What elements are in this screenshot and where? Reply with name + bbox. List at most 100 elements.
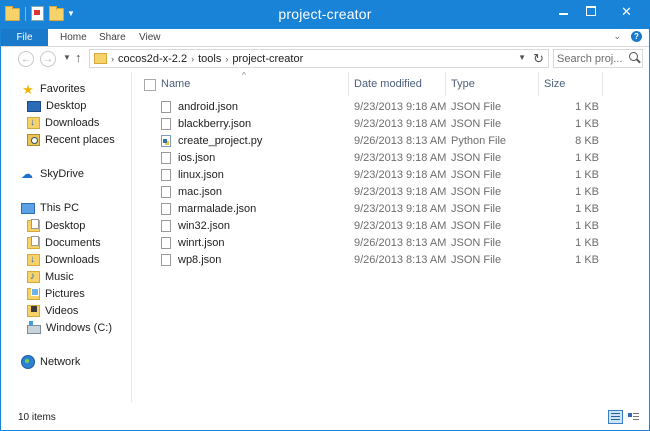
file-row[interactable]: linux.json 9/23/2013 9:18 AM JSON File 1… bbox=[132, 167, 649, 184]
file-size: 1 KB bbox=[575, 169, 599, 181]
breadcrumb-chevron-icon[interactable]: › bbox=[225, 54, 228, 64]
select-all-checkbox[interactable] bbox=[144, 79, 156, 91]
explorer-window: ▼ project-creator ✕ File Home Share View… bbox=[0, 0, 650, 431]
nav-label: Favorites bbox=[40, 83, 86, 95]
nav-label: This PC bbox=[40, 202, 80, 214]
column-header-type[interactable]: Type bbox=[451, 77, 475, 91]
nav-item-downloads[interactable]: Downloads bbox=[27, 115, 99, 131]
file-row[interactable]: mac.json 9/23/2013 9:18 AM JSON File 1 K… bbox=[132, 184, 649, 201]
nav-favorites[interactable]: ★ Favorites bbox=[21, 81, 85, 97]
nav-label: Network bbox=[40, 356, 81, 368]
file-type: JSON File bbox=[451, 254, 502, 266]
nav-item-downloads[interactable]: Downloads bbox=[27, 252, 99, 268]
back-button[interactable]: ← bbox=[18, 51, 34, 67]
search-input[interactable] bbox=[557, 51, 625, 66]
nav-label: Desktop bbox=[45, 220, 86, 232]
file-name: ios.json bbox=[178, 152, 216, 164]
nav-item-pictures[interactable]: Pictures bbox=[27, 286, 85, 302]
minimize-icon bbox=[559, 13, 568, 16]
address-dropdown-chevron-icon[interactable]: ▼ bbox=[518, 53, 526, 62]
column-header-name[interactable]: Name bbox=[161, 77, 190, 91]
nav-item-music[interactable]: Music bbox=[27, 269, 74, 285]
file-icon bbox=[161, 220, 171, 232]
downloads-icon bbox=[27, 252, 40, 268]
breadcrumb-chevron-icon[interactable]: › bbox=[111, 54, 114, 64]
downloads-icon bbox=[27, 115, 40, 131]
file-date: 9/26/2013 8:13 AM bbox=[354, 135, 447, 147]
column-header-date[interactable]: Date modified bbox=[354, 77, 422, 91]
address-bar[interactable]: › cocos2d-x-2.2 › tools › project-creato… bbox=[89, 49, 549, 68]
nav-label: SkyDrive bbox=[40, 168, 85, 180]
column-header-size[interactable]: Size bbox=[544, 77, 565, 91]
nav-label: Recent places bbox=[45, 134, 115, 146]
tab-home[interactable]: Home bbox=[60, 30, 87, 45]
file-row[interactable]: marmalade.json 9/23/2013 9:18 AM JSON Fi… bbox=[132, 201, 649, 218]
nav-item-windows-c[interactable]: Windows (C:) bbox=[27, 320, 112, 336]
file-icon bbox=[161, 152, 171, 164]
nav-network[interactable]: Network bbox=[21, 354, 80, 370]
folder-icon bbox=[94, 53, 107, 64]
maximize-icon bbox=[585, 6, 596, 17]
column-divider[interactable] bbox=[538, 72, 539, 96]
file-icon bbox=[161, 254, 171, 266]
breadcrumb-tools[interactable]: tools bbox=[198, 53, 221, 65]
drive-icon bbox=[27, 321, 41, 334]
details-view-icon[interactable] bbox=[608, 410, 623, 424]
title-bar: ▼ project-creator ✕ bbox=[1, 1, 649, 29]
file-icon bbox=[161, 237, 171, 249]
tab-share[interactable]: Share bbox=[99, 30, 126, 45]
maximize-button[interactable] bbox=[577, 1, 604, 23]
file-row[interactable]: wp8.json 9/26/2013 8:13 AM JSON File 1 K… bbox=[132, 252, 649, 269]
breadcrumb-cocos2d[interactable]: cocos2d-x-2.2 bbox=[118, 53, 187, 65]
python-file-icon bbox=[161, 135, 171, 147]
tab-view[interactable]: View bbox=[139, 30, 161, 45]
file-type: JSON File bbox=[451, 152, 502, 164]
large-icons-view-icon[interactable] bbox=[626, 410, 641, 424]
column-divider[interactable] bbox=[445, 72, 446, 96]
cloud-icon: ☁ bbox=[21, 166, 33, 181]
nav-item-recent-places[interactable]: Recent places bbox=[27, 132, 115, 148]
nav-label: Pictures bbox=[45, 288, 85, 300]
breadcrumb-project-creator[interactable]: project-creator bbox=[232, 53, 303, 65]
file-type: JSON File bbox=[451, 203, 502, 215]
search-box[interactable] bbox=[553, 49, 643, 68]
nav-this-pc[interactable]: This PC bbox=[21, 200, 79, 216]
file-type: Python File bbox=[451, 135, 507, 147]
address-row: ← → ▼ ↑ › cocos2d-x-2.2 › tools › projec… bbox=[1, 47, 649, 71]
column-divider[interactable] bbox=[602, 72, 603, 96]
file-row[interactable]: blackberry.json 9/23/2013 9:18 AM JSON F… bbox=[132, 116, 649, 133]
file-row[interactable]: android.json 9/23/2013 9:18 AM JSON File… bbox=[132, 99, 649, 116]
nav-item-videos[interactable]: Videos bbox=[27, 303, 78, 319]
tab-file[interactable]: File bbox=[1, 29, 48, 46]
file-icon bbox=[161, 101, 171, 113]
file-name: winrt.json bbox=[178, 237, 225, 249]
file-date: 9/23/2013 9:18 AM bbox=[354, 186, 447, 198]
file-row[interactable]: ios.json 9/23/2013 9:18 AM JSON File 1 K… bbox=[132, 150, 649, 167]
forward-button[interactable]: → bbox=[40, 51, 56, 67]
up-arrow-icon[interactable]: ↑ bbox=[75, 50, 82, 65]
nav-item-desktop[interactable]: Desktop bbox=[27, 218, 85, 234]
nav-item-desktop[interactable]: Desktop bbox=[27, 98, 86, 114]
nav-label: Music bbox=[45, 271, 74, 283]
search-icon[interactable] bbox=[629, 52, 638, 61]
minimize-button[interactable] bbox=[550, 1, 577, 23]
breadcrumb-chevron-icon[interactable]: › bbox=[191, 54, 194, 64]
recent-locations-chevron-icon[interactable]: ▼ bbox=[63, 53, 71, 62]
nav-item-documents[interactable]: Documents bbox=[27, 235, 101, 251]
desktop-folder-icon bbox=[27, 219, 40, 232]
file-row[interactable]: winrt.json 9/26/2013 8:13 AM JSON File 1… bbox=[132, 235, 649, 252]
nav-skydrive[interactable]: ☁ SkyDrive bbox=[21, 166, 84, 182]
expand-ribbon-chevron-icon[interactable]: ⌄ bbox=[613, 31, 621, 42]
file-icon bbox=[161, 118, 171, 130]
column-divider[interactable] bbox=[348, 72, 349, 96]
file-row[interactable]: create_project.py 9/26/2013 8:13 AM Pyth… bbox=[132, 133, 649, 150]
file-row[interactable]: win32.json 9/23/2013 9:18 AM JSON File 1… bbox=[132, 218, 649, 235]
close-button[interactable]: ✕ bbox=[604, 1, 649, 23]
file-name: create_project.py bbox=[178, 135, 263, 147]
file-date: 9/26/2013 8:13 AM bbox=[354, 237, 447, 249]
file-type: JSON File bbox=[451, 237, 502, 249]
nav-label: Windows (C:) bbox=[46, 322, 113, 334]
refresh-icon[interactable]: ↻ bbox=[533, 51, 544, 67]
help-icon[interactable]: ? bbox=[631, 31, 642, 42]
file-type: JSON File bbox=[451, 186, 502, 198]
